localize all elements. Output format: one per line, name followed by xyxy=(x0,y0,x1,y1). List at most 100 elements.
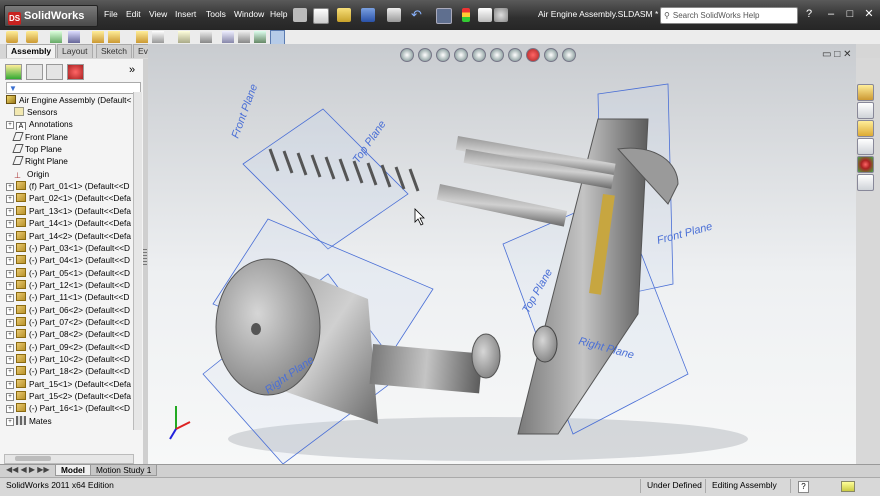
expand-icon[interactable]: + xyxy=(6,257,14,266)
expand-icon[interactable]: + xyxy=(6,269,14,278)
edit-appearance-icon[interactable] xyxy=(526,48,540,62)
menu-tools[interactable]: Tools xyxy=(206,9,226,19)
tree-item[interactable]: + Mates xyxy=(6,415,132,427)
hscroll-thumb[interactable] xyxy=(15,456,51,461)
open-folder-icon[interactable] xyxy=(337,8,351,22)
tree-item[interactable]: + Part_02<1> (Default<<Defa xyxy=(6,192,132,204)
select-arrow-icon[interactable] xyxy=(436,8,452,24)
zoom-to-fit-icon[interactable] xyxy=(400,48,414,62)
options-gear-icon[interactable] xyxy=(494,8,508,22)
expand-icon[interactable]: + xyxy=(6,244,14,253)
tree-item[interactable]: + (-) Part_18<2> (Default<<D xyxy=(6,365,132,377)
tree-item[interactable]: + A Annotations xyxy=(6,118,132,131)
tree-item[interactable]: + (-) Part_12<1> (Default<<D xyxy=(6,279,132,291)
expand-icon[interactable]: + xyxy=(6,417,14,426)
tree-horizontal-scrollbar[interactable] xyxy=(4,454,134,464)
menu-insert[interactable]: Insert xyxy=(175,9,196,19)
exploded-view-icon[interactable] xyxy=(222,31,234,43)
move-component-icon[interactable] xyxy=(92,31,104,43)
tree-filter[interactable]: ▼ xyxy=(6,82,141,94)
minimize-button[interactable]: – xyxy=(824,8,838,21)
tab-scroll-arrows[interactable]: ◀◀ ◀ ▶ ▶▶ xyxy=(6,465,50,474)
appearances-icon[interactable] xyxy=(857,156,874,173)
tree-item[interactable]: + (-) Part_03<1> (Default<<D xyxy=(6,242,132,254)
graphics-area[interactable]: Front Plane Top Plane Right Plane Front … xyxy=(148,44,856,464)
toggle-active-icon[interactable] xyxy=(270,30,285,45)
previous-view-icon[interactable] xyxy=(436,48,450,62)
property-manager-tab-icon[interactable] xyxy=(25,64,43,80)
rebuild-icon[interactable] xyxy=(462,8,470,22)
display-style-icon[interactable] xyxy=(490,48,504,62)
viewport-close-icon[interactable]: ✕ xyxy=(843,49,851,60)
tree-item[interactable]: ⊥ Origin xyxy=(6,168,132,180)
tree-item[interactable]: + Part_15<2> (Default<<Defa xyxy=(6,390,132,402)
expand-icon[interactable]: + xyxy=(6,405,14,414)
mate-icon[interactable] xyxy=(26,31,38,43)
tab-layout[interactable]: Layout xyxy=(57,44,93,58)
tree-item[interactable]: + (-) Part_09<2> (Default<<D xyxy=(6,341,132,353)
expand-icon[interactable]: + xyxy=(6,380,14,389)
expand-icon[interactable]: + xyxy=(6,356,14,364)
tree-item[interactable]: + (-) Part_16<1> (Default<<D xyxy=(6,402,132,414)
instant3d-icon[interactable] xyxy=(254,31,266,43)
new-motion-study-icon[interactable] xyxy=(178,31,190,43)
assembly-model[interactable]: Front Plane Top Plane Right Plane Front … xyxy=(148,44,856,464)
expand-icon[interactable]: + xyxy=(6,232,14,241)
tree-item[interactable]: + (-) Part_06<2> (Default<<D xyxy=(6,304,132,316)
tree-item[interactable]: Top Plane xyxy=(6,143,132,155)
tree-item[interactable]: Right Plane xyxy=(6,155,132,167)
menu-file[interactable]: File xyxy=(104,9,118,19)
tree-item[interactable]: + (-) Part_04<1> (Default<<D xyxy=(6,254,132,266)
tab-assembly[interactable]: Assembly xyxy=(6,44,57,58)
expand-icon[interactable]: + xyxy=(6,195,14,204)
expand-icon[interactable]: + xyxy=(6,393,14,402)
rebuild-tag-icon[interactable] xyxy=(841,481,855,492)
expand-icon[interactable]: + xyxy=(6,294,14,303)
viewport-maximize-icon[interactable]: □ xyxy=(834,49,840,60)
undo-icon[interactable]: ↶ xyxy=(411,8,425,22)
apply-scene-icon[interactable] xyxy=(544,48,558,62)
search-input[interactable]: ⚲ Search SolidWorks Help xyxy=(660,7,798,24)
show-hidden-icon[interactable] xyxy=(108,31,120,43)
tree-root[interactable]: Air Engine Assembly (Default< xyxy=(6,94,132,106)
tab-motion-study-1[interactable]: Motion Study 1 xyxy=(90,465,158,476)
new-document-icon[interactable] xyxy=(313,8,329,24)
expand-icon[interactable]: + xyxy=(6,306,14,315)
tree-item[interactable]: + (-) Part_11<1> (Default<<D xyxy=(6,291,132,303)
expand-icon[interactable]: + xyxy=(6,281,14,290)
tree-item[interactable]: + Part_14<2> (Default<<Defa xyxy=(6,230,132,242)
view-settings-icon[interactable] xyxy=(562,48,576,62)
hide-show-items-icon[interactable] xyxy=(508,48,522,62)
display-manager-tab-icon[interactable] xyxy=(66,64,84,80)
tree-item[interactable]: + (-) Part_07<2> (Default<<D xyxy=(6,316,132,328)
insert-components-icon[interactable] xyxy=(6,31,18,43)
maximize-button[interactable]: □ xyxy=(843,8,857,21)
tree-item[interactable]: + (-) Part_05<1> (Default<<D xyxy=(6,267,132,279)
tree-item[interactable]: Sensors xyxy=(6,106,132,118)
bill-of-materials-icon[interactable] xyxy=(200,31,212,43)
expand-icon[interactable]: + xyxy=(6,183,14,192)
menu-window[interactable]: Window xyxy=(234,9,264,19)
view-palette-icon[interactable] xyxy=(857,138,874,155)
viewport-restore-icon[interactable]: ▭ xyxy=(822,49,831,60)
tree-vertical-scrollbar[interactable] xyxy=(133,92,142,430)
pin-icon[interactable] xyxy=(293,8,307,22)
menu-edit[interactable]: Edit xyxy=(126,9,141,19)
status-help-icon[interactable]: ? xyxy=(798,481,809,493)
solidworks-logo[interactable]: DS SolidWorks xyxy=(4,5,98,27)
expand-icon[interactable]: + xyxy=(6,220,14,229)
reference-geometry-icon[interactable] xyxy=(152,31,164,43)
tree-item[interactable]: + Part_13<1> (Default<<Defa xyxy=(6,205,132,217)
tab-sketch[interactable]: Sketch xyxy=(96,44,132,58)
zoom-to-area-icon[interactable] xyxy=(418,48,432,62)
expand-icon[interactable]: + xyxy=(6,331,14,340)
custom-properties-icon[interactable] xyxy=(857,174,874,191)
tree-item[interactable]: + (-) Part_10<2> (Default<<D xyxy=(6,353,132,365)
view-orientation-icon[interactable] xyxy=(472,48,486,62)
feature-manager-tab-icon[interactable] xyxy=(5,64,22,80)
design-library-icon[interactable] xyxy=(857,102,874,119)
tree-item[interactable]: + Part_15<1> (Default<<Defa xyxy=(6,378,132,390)
expand-panel-icon[interactable]: » xyxy=(129,64,135,76)
file-explorer-icon[interactable] xyxy=(857,120,874,137)
solidworks-resources-icon[interactable] xyxy=(857,84,874,101)
